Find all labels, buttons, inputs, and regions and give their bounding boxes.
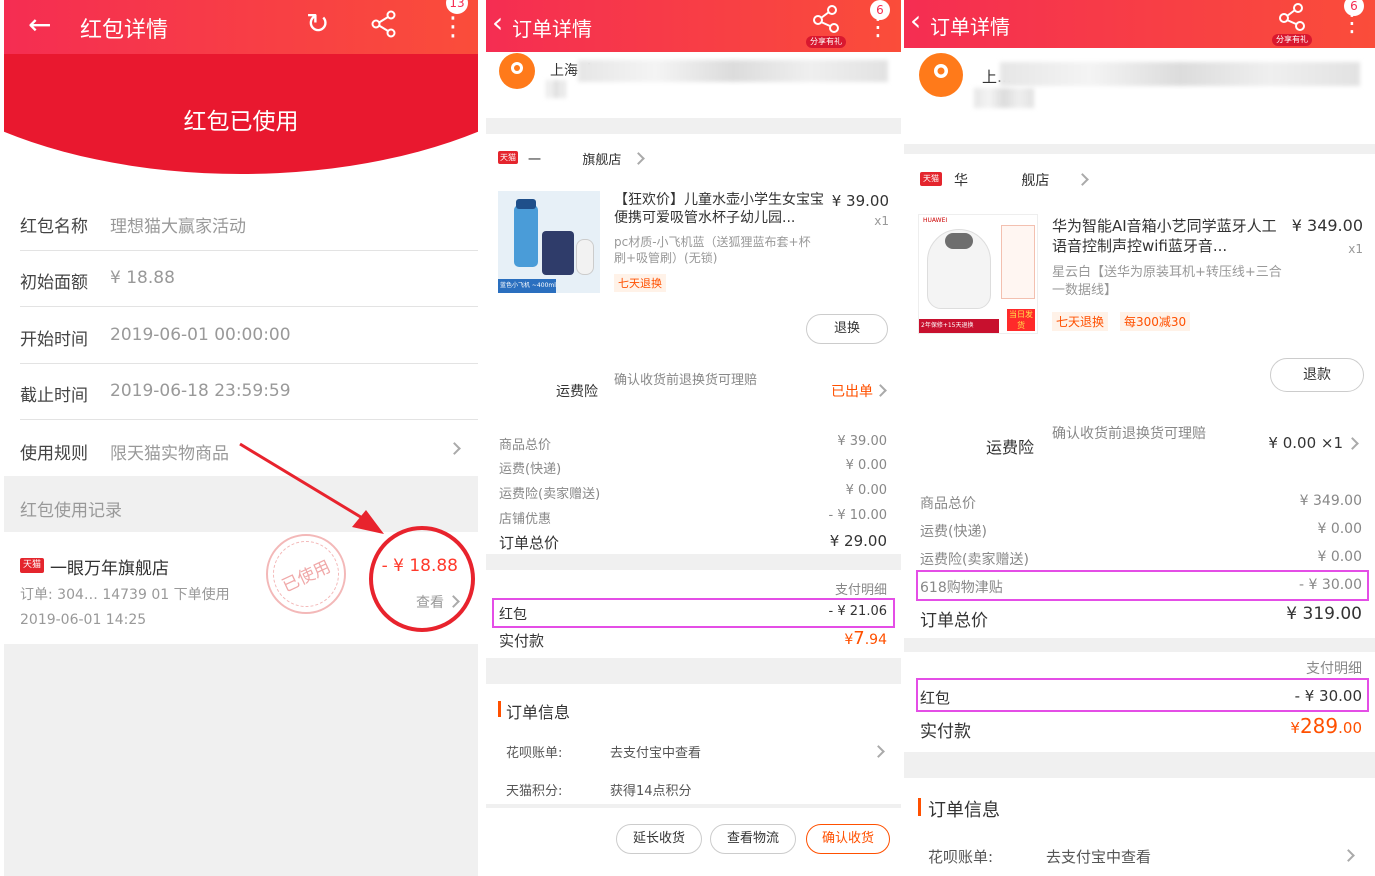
address-blur — [578, 60, 888, 82]
return-policy-tag: 七天退换 — [1052, 312, 1109, 331]
share-icon — [1279, 3, 1305, 31]
confirm-receipt-button[interactable]: 确认收货 — [806, 824, 890, 854]
location-pin-icon — [919, 53, 963, 97]
huabei-link[interactable]: 去支付宝中查看 — [610, 742, 701, 761]
product-title[interactable]: 【狂欢价】儿童水壶小学生女宝宝便携可爱吸管水杯子幼儿园... — [614, 191, 828, 227]
panel-hongbao-detail: ← 红包详情 ↻ ⋮ 13 红包已使用 红包名称 理想猫大赢家活动 初始面额 ¥… — [4, 0, 478, 876]
address-blur — [1000, 62, 1360, 86]
product-thumbnail[interactable]: 蓝色小飞机 ~400ml — [498, 191, 600, 293]
paid-label: 实付款 — [920, 722, 971, 742]
insurance-status: ¥ 0.00 ×1 — [1268, 434, 1343, 452]
product-sku: pc材质-小飞机蓝（送狐狸蓝布套+杯刷+吸管刷）(无锁) — [614, 235, 811, 265]
notification-badge: 6 — [870, 0, 890, 20]
product-qty: x1 — [1348, 242, 1363, 256]
product-card: 天猫 一 旗舰店 蓝色小飞机 ~400ml 【狂欢价】儿童水壶小学生女宝宝便携可… — [486, 134, 901, 364]
huabei-link[interactable]: 去支付宝中查看 — [1046, 846, 1151, 867]
order-total-value: ¥ 29.00 — [829, 532, 887, 550]
chevron-right-icon — [1076, 173, 1089, 186]
return-button[interactable]: 退换 — [806, 314, 888, 344]
back-chevron-icon[interactable]: ‹ — [492, 9, 503, 37]
top-bar: ‹ 订单详情 分享有礼 ⋮ 6 — [486, 0, 901, 52]
view-logistics-button[interactable]: 查看物流 — [710, 824, 796, 854]
highlight-box-hongbao — [492, 598, 895, 628]
order-info-section: 订单信息 花呗账单: 去支付宝中查看 天猫积分: 获得14点积分 — [486, 684, 901, 804]
product-sku: 星云白【送华为原装耳机+转压线+三合一数据线】 — [1052, 265, 1282, 298]
store-name[interactable]: 华 舰店 — [954, 170, 1049, 190]
cost-section: 商品总价 ¥ 39.00 运费(快递) ¥ 0.00 运费险(卖家赠送) ¥ 0… — [486, 422, 901, 554]
cost-section: 商品总价 ¥ 349.00 运费(快递) ¥ 0.00 运费险(卖家赠送) ¥ … — [904, 478, 1375, 638]
insurance-row[interactable]: 运费险 确认收货前退换货可理赔 已出单 — [486, 364, 901, 422]
product-card: 天猫 华 舰店 HUAWEI 2年保修+15天退换 当日发货 华为智能AI音箱小… — [904, 154, 1375, 404]
order-total-label: 订单总价 — [499, 534, 560, 552]
share-icon — [813, 5, 839, 33]
product-title[interactable]: 华为智能AI音箱小艺同学蓝牙人工语音控制声控wifi蓝牙音... — [1052, 216, 1280, 256]
paid-label: 实付款 — [499, 632, 545, 650]
order-info-title: 订单信息 — [506, 703, 571, 722]
order-info-section: 订单信息 花呗账单: 去支付宝中查看 — [904, 778, 1375, 876]
annotation-arrow — [239, 442, 384, 534]
product-price: ¥ 39.00 — [831, 192, 889, 210]
insurance-label: 运费险 — [556, 384, 598, 400]
back-chevron-icon[interactable]: ‹ — [910, 7, 921, 35]
chevron-right-icon — [872, 745, 885, 758]
chevron-right-icon — [632, 152, 645, 165]
page-title: 订单详情 — [512, 17, 592, 41]
insurance-status: 已出单 — [831, 384, 873, 400]
address-card[interactable]: 上… — [904, 48, 1375, 144]
address-card[interactable]: 上海 上… — [486, 52, 901, 118]
product-thumbnail[interactable]: HUAWEI 2年保修+15天退换 当日发货 — [918, 214, 1038, 334]
product-qty: x1 — [874, 214, 889, 228]
page-title: 订单详情 — [930, 15, 1010, 39]
order-info-title: 订单信息 — [928, 800, 1000, 821]
highlight-box-subsidy — [916, 570, 1369, 601]
highlight-box-hongbao — [916, 678, 1369, 712]
order-total-label: 订单总价 — [920, 611, 988, 631]
panel-order-detail-1: ‹ 订单详情 分享有礼 ⋮ 6 上海 上… 天猫 一 旗舰店 蓝色小飞机 ~40… — [486, 0, 901, 876]
order-total-value: ¥ 319.00 — [1286, 604, 1362, 624]
chevron-right-icon — [1346, 437, 1359, 450]
location-pin-icon — [499, 53, 535, 89]
refund-button[interactable]: 退款 — [1270, 358, 1364, 392]
extend-receipt-button[interactable]: 延长收货 — [616, 824, 702, 854]
top-bar: ‹ 订单详情 分享有礼 ⋮ 6 — [904, 0, 1375, 48]
chevron-right-icon — [874, 384, 887, 397]
insurance-label: 运费险 — [986, 438, 1035, 457]
paid-amount: ¥289.00 — [1290, 714, 1362, 738]
tmall-logo-icon: 天猫 — [498, 151, 518, 164]
store-name[interactable]: 一 旗舰店 — [528, 149, 621, 168]
return-policy-tag: 七天退换 — [614, 274, 666, 292]
share-gift-button[interactable]: 分享有礼 — [806, 4, 846, 48]
product-price: ¥ 349.00 — [1291, 216, 1363, 235]
share-gift-button[interactable]: 分享有礼 — [1272, 2, 1312, 46]
insurance-desc: 确认收货前退换货可理赔 — [614, 373, 758, 388]
insurance-desc: 确认收货前退换货可理赔 — [1052, 426, 1206, 442]
action-bar: 延长收货 查看物流 确认收货 — [486, 808, 901, 876]
chevron-right-icon — [1342, 849, 1355, 862]
paid-amount: ¥7.94 — [844, 628, 887, 649]
insurance-row[interactable]: 运费险 确认收货前退换货可理赔 ¥ 0.00 ×1 — [904, 404, 1375, 478]
promo-tag: 每300减30 — [1120, 312, 1191, 331]
panel-order-detail-2: ‹ 订单详情 分享有礼 ⋮ 6 上… 天猫 华 舰店 HUAWEI 2年保修+1… — [904, 0, 1375, 876]
tmall-logo-icon: 天猫 — [920, 172, 942, 186]
